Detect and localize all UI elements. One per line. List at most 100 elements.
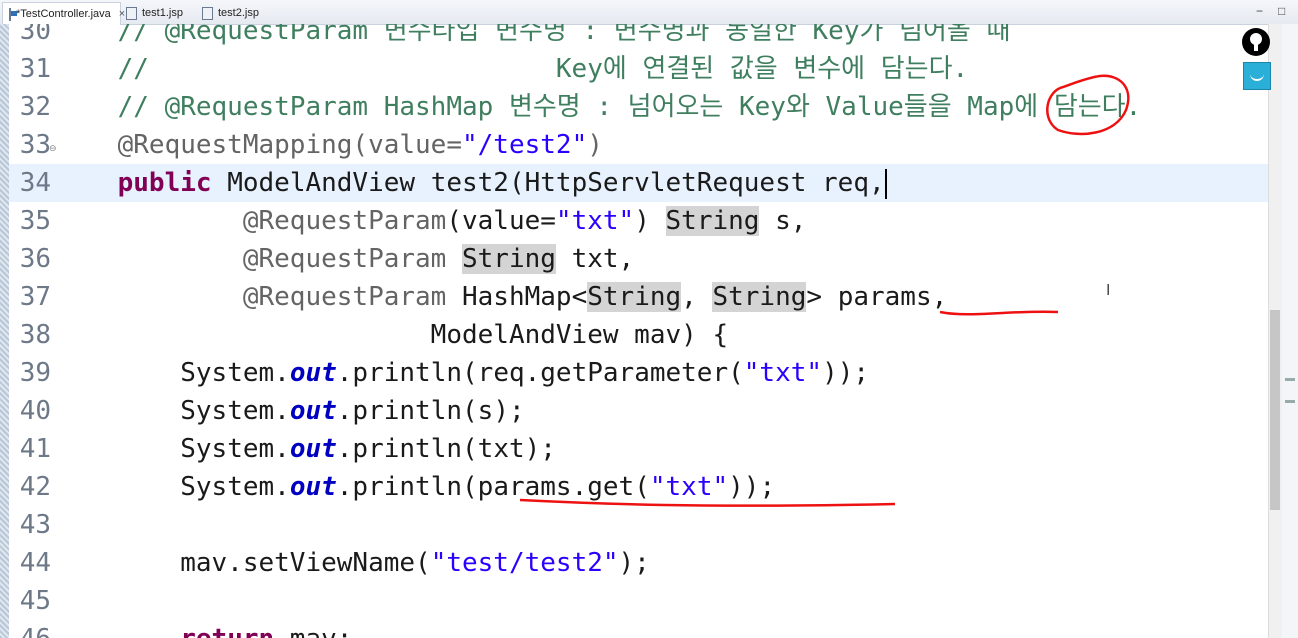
code-text: ModelAndView mav) { [55, 320, 729, 350]
code-fragment [446, 244, 462, 274]
static-field: out [289, 358, 337, 388]
code-editor[interactable]: 30 // @RequestParam 변수타입 변수명 : 변수명과 동일한 … [9, 24, 1268, 638]
line-number: 45 [19, 586, 51, 616]
code-line: 43 [9, 506, 1268, 544]
annotation-text: @RequestParam [242, 206, 447, 236]
annotation-text: @RequestParam [242, 244, 447, 274]
line-number: 34 [19, 168, 51, 198]
string-literal: "test/test2" [430, 548, 619, 578]
code-line: 35 @RequestParam(value="txt") String s, [9, 202, 1268, 240]
code-fragment: .println(txt); [336, 434, 556, 464]
code-fragment: mav.setViewName( [55, 548, 431, 578]
static-field: out [289, 434, 337, 464]
line-number: 39 [19, 358, 51, 388]
highlighted-type: String [462, 244, 556, 274]
highlighted-type: String [587, 282, 682, 312]
ruler-marker[interactable] [1285, 400, 1295, 403]
tab-label: test2.jsp [218, 7, 259, 19]
code-fragment: )); [728, 472, 776, 502]
code-line: 37 @RequestParam HashMap<String, String>… [9, 278, 1268, 316]
keyword: return [180, 624, 274, 638]
code-line: 41 System.out.println(txt); [9, 430, 1268, 468]
code-text: public ModelAndView test2(HttpServletReq… [55, 164, 887, 202]
smile-app-icon[interactable] [1243, 62, 1271, 90]
string-literal: "txt" [743, 358, 823, 388]
annotation-text: ) [587, 130, 603, 160]
string-literal: "txt" [649, 472, 729, 502]
tab-test2-jsp[interactable]: test2.jsp [196, 2, 276, 24]
comment-text: // @RequestParam HashMap 변수명 : 넘어오는 Key와… [55, 92, 1142, 122]
overview-ruler-right [1282, 24, 1298, 638]
code-line: 38 ModelAndView mav) { [9, 316, 1268, 354]
code-line: 30 // @RequestParam 변수타입 변수명 : 변수명과 동일한 … [9, 24, 1268, 50]
code-line: 36 @RequestParam String txt, [9, 240, 1268, 278]
overview-ruler-left [0, 24, 9, 638]
tab-label: *TestController.java [16, 8, 111, 20]
ruler-marker[interactable] [1285, 378, 1295, 381]
code-fragment: ModelAndView test2(HttpServletRequest re… [211, 168, 885, 198]
line-number: 44 [19, 548, 51, 578]
code-text: System.out.println(txt); [55, 430, 556, 468]
code-text: @RequestParam(value="txt") String s, [55, 202, 806, 240]
line-number: 41 [19, 434, 51, 464]
tab-test1-jsp[interactable]: test1.jsp [120, 2, 195, 24]
tab-label: test1.jsp [142, 7, 183, 19]
code-fragment: .println(params.get( [336, 472, 650, 502]
location-pin-icon[interactable] [1242, 28, 1270, 56]
code-fragment: txt, [555, 244, 635, 274]
code-line: 44 mav.setViewName("test/test2"); [9, 544, 1268, 582]
code-text: System.out.println(params.get("txt")); [55, 468, 775, 506]
code-text: System.out.println(req.getParameter("txt… [55, 354, 869, 392]
code-line: 33 ⊖ @RequestMapping(value="/test2") [9, 126, 1268, 164]
code-fragment: System. [180, 358, 290, 388]
maximize-icon[interactable]: □ [1278, 4, 1285, 18]
code-fragment: .println(req.getParameter( [336, 358, 744, 388]
tab-testcontroller-java[interactable]: *TestController.java × [2, 2, 125, 25]
code-line: 46 return mav; [9, 620, 1268, 638]
text-cursor [884, 168, 887, 199]
code-fragment: System. [180, 396, 290, 426]
code-line: 40 System.out.println(s); [9, 392, 1268, 430]
scrollbar-thumb[interactable] [1270, 310, 1280, 510]
highlighted-type: String [712, 282, 807, 312]
line-number: 46 [9, 620, 51, 638]
minimize-icon[interactable]: − [1256, 4, 1263, 18]
text-cursor-icon: I [1106, 281, 1111, 299]
jsp-file-icon [126, 6, 137, 20]
code-text: System.out.println(s); [55, 392, 525, 430]
line-number: 31 [19, 54, 51, 84]
code-fragment: , [681, 282, 713, 312]
line-number: 32 [19, 92, 51, 122]
code-fragment: System. [180, 472, 290, 502]
line-number: 30 [19, 24, 51, 46]
comment-text: // Key에 연결된 값을 변수에 담는다. [55, 54, 969, 84]
annotation-text: @RequestMapping(value= [55, 130, 462, 160]
code-text: @RequestMapping(value="/test2") [55, 126, 603, 164]
line-number: 40 [19, 396, 51, 426]
static-field: out [289, 396, 337, 426]
code-line: 42 System.out.println(params.get("txt"))… [9, 468, 1268, 506]
current-code-line: 34 public ModelAndView test2(HttpServlet… [9, 164, 1268, 202]
code-fragment: mav; [274, 624, 353, 638]
code-fragment: System. [180, 434, 290, 464]
code-fragment: ); [618, 548, 650, 578]
java-file-icon [9, 7, 17, 21]
code-line: 39 System.out.println(req.getParameter("… [9, 354, 1268, 392]
string-literal: "txt" [555, 206, 635, 236]
code-fragment: )); [822, 358, 870, 388]
code-text: @RequestParam String txt, [55, 240, 634, 278]
code-line: 32 // @RequestParam HashMap 변수명 : 넘어오는 K… [9, 88, 1268, 126]
line-number: 33 [19, 130, 51, 160]
editor-tab-bar: *TestController.java × test1.jsp test2.j… [0, 0, 1298, 25]
static-field: out [289, 472, 337, 502]
code-fragment: HashMap< [446, 282, 588, 312]
code-fragment: (value= [446, 206, 556, 236]
code-fragment: ) [634, 206, 666, 236]
keyword: public [117, 168, 212, 198]
jsp-file-icon [202, 6, 213, 20]
code-fragment: .println(s); [336, 396, 525, 426]
code-fragment: > params, [806, 282, 948, 312]
annotation-text: @RequestParam [242, 282, 447, 312]
code-text: mav.setViewName("test/test2"); [55, 544, 650, 582]
line-number: 38 [19, 320, 51, 350]
